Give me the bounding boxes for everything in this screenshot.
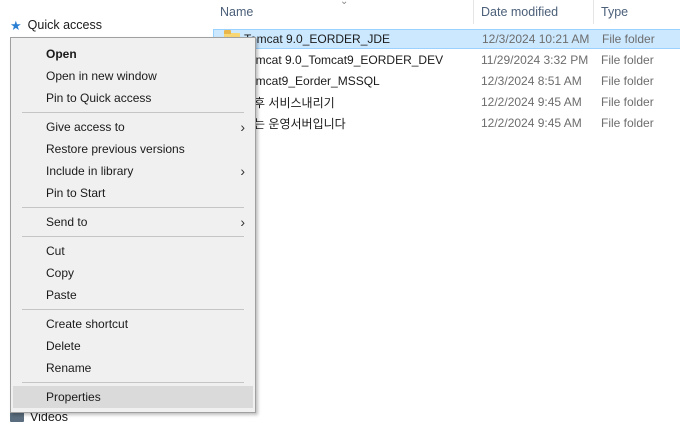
menu-separator [22,382,244,383]
menu-item-delete[interactable]: Delete [13,335,253,357]
nav-item-quick-access[interactable]: ★ Quick access [10,15,102,35]
column-header-name[interactable]: Name [220,0,253,24]
nav-label: Quick access [27,18,102,32]
menu-separator [22,112,244,113]
menu-item-open-new-window[interactable]: Open in new window [13,65,253,87]
menu-label: Pin to Start [46,186,106,200]
menu-label: Delete [46,339,81,353]
menu-label: Create shortcut [46,317,129,331]
file-date: 12/2/2024 9:45 AM [481,116,582,130]
menu-separator [22,207,244,208]
menu-item-properties[interactable]: Properties [13,386,253,408]
file-date: 11/29/2024 3:32 PM [481,53,589,67]
file-name: 기는 운영서버입니다 [243,116,346,131]
file-type: File folder [602,32,655,46]
menu-item-open[interactable]: Open [13,43,253,65]
video-folder-icon [10,412,24,422]
menu-item-send-to[interactable]: Send to › [13,211,253,233]
file-name: Tomcat 9.0_EORDER_JDE [244,32,391,46]
menu-item-include-in-library[interactable]: Include in library › [13,160,253,182]
file-row[interactable]: 기는 운영서버입니다 12/2/2024 9:45 AM File folder [213,113,680,133]
file-type: File folder [601,95,654,109]
menu-item-pin-quick-access[interactable]: Pin to Quick access [13,87,253,109]
file-row[interactable]: Tomcat 9.0_Tomcat9_EORDER_DEV 11/29/2024… [213,50,680,70]
menu-label: Copy [46,266,75,280]
file-date: 12/2/2024 9:45 AM [481,95,582,109]
menu-label: Give access to [46,120,125,134]
file-list: ⌄ Name Date modified Type Tomcat 9.0_EOR… [207,0,680,422]
menu-item-paste[interactable]: Paste [13,284,253,306]
file-row[interactable]: 업후 서비스내리기 12/2/2024 9:45 AM File folder [213,92,680,112]
star-icon: ★ [10,17,22,33]
menu-separator [22,236,244,237]
file-name: 업후 서비스내리기 [243,95,335,110]
submenu-arrow-icon: › [240,214,245,230]
file-row[interactable]: Tomcat 9.0_EORDER_JDE 12/3/2024 10:21 AM… [213,29,680,49]
menu-label: Paste [46,288,77,302]
file-name: Tomcat 9.0_Tomcat9_EORDER_DEV [243,53,444,67]
menu-label: Restore previous versions [46,142,185,156]
column-header-type[interactable]: Type [601,0,628,24]
menu-label: Properties [46,390,101,404]
column-divider[interactable] [473,0,474,24]
menu-item-rename[interactable]: Rename [13,357,253,379]
menu-label: Cut [46,244,65,258]
context-menu: Open Open in new window Pin to Quick acc… [10,37,256,413]
menu-label: Open in new window [46,69,157,83]
file-name: Tomcat9_Eorder_MSSQL [243,74,380,88]
submenu-arrow-icon: › [240,119,245,135]
menu-separator [22,309,244,310]
file-type: File folder [601,74,654,88]
menu-label: Open [46,47,77,61]
menu-label: Rename [46,361,92,375]
submenu-arrow-icon: › [240,163,245,179]
file-type: File folder [601,53,654,67]
menu-label: Pin to Quick access [46,91,152,105]
menu-item-give-access[interactable]: Give access to › [13,116,253,138]
file-date: 12/3/2024 10:21 AM [482,32,590,46]
file-type: File folder [601,116,654,130]
file-row[interactable]: Tomcat9_Eorder_MSSQL 12/3/2024 8:51 AM F… [213,71,680,91]
menu-item-copy[interactable]: Copy [13,262,253,284]
column-header-date-modified[interactable]: Date modified [481,0,558,24]
sort-caret-icon: ⌄ [340,0,349,7]
menu-item-pin-to-start[interactable]: Pin to Start [13,182,253,204]
menu-item-create-shortcut[interactable]: Create shortcut [13,313,253,335]
menu-item-restore-previous-versions[interactable]: Restore previous versions [13,138,253,160]
menu-label: Send to [46,215,88,229]
menu-label: Include in library [46,164,134,178]
file-date: 12/3/2024 8:51 AM [481,74,582,88]
menu-item-cut[interactable]: Cut [13,240,253,262]
column-divider[interactable] [593,0,594,24]
